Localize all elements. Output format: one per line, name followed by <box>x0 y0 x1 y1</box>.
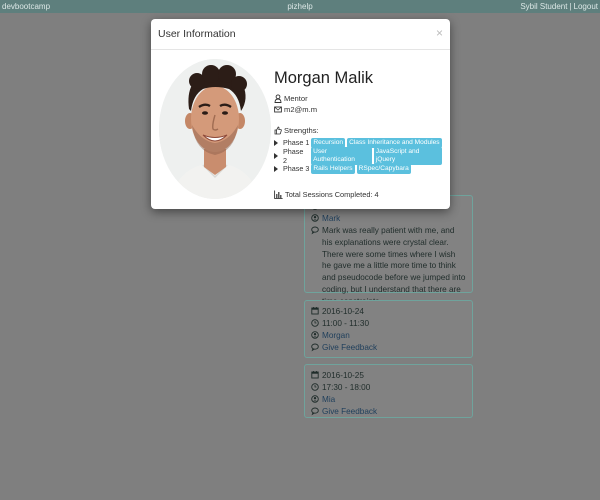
caret-right-icon[interactable] <box>274 165 278 172</box>
session-feedback-row: Give Feedback <box>311 342 466 354</box>
give-feedback-link[interactable]: Give Feedback <box>322 406 377 418</box>
session-person-row: Morgan <box>311 330 466 342</box>
avatar-photo <box>159 59 271 199</box>
top-navbar: devbootcamp pizhelp Sybil Student | Logout <box>0 0 600 13</box>
nav-separator: | <box>569 2 572 11</box>
envelope-icon <box>274 105 282 114</box>
session-person-row: Mia <box>311 394 466 406</box>
user-icon <box>274 94 282 103</box>
clock-icon <box>311 318 319 328</box>
session-card: 14:30 - 15:00 Mark Mark was really patie… <box>304 195 473 306</box>
close-button[interactable]: × <box>436 26 443 40</box>
session-time-row: 11:00 - 11:30 <box>311 318 466 330</box>
session-card: 2016-10-25 17:30 - 18:00 Mia Give Feedba… <box>304 364 473 418</box>
session-time: 17:30 - 18:00 <box>322 382 371 392</box>
session-time: 11:00 - 11:30 <box>322 318 370 328</box>
calendar-icon <box>311 370 319 380</box>
user-nav: Sybil Student | Logout <box>520 2 598 11</box>
total-sessions-row: Total Sessions Completed: 4 <box>274 190 379 199</box>
user-name: Morgan Malik <box>274 69 374 87</box>
give-feedback-link[interactable]: Give Feedback <box>322 342 377 354</box>
user-email: m2@m.m <box>284 105 318 114</box>
session-person-link[interactable]: Morgan <box>322 330 350 342</box>
modal-title: User Information <box>158 28 236 40</box>
session-feedback-row: Give Feedback <box>311 406 466 418</box>
logout-link[interactable]: Logout <box>574 2 598 11</box>
strength-badge: RSpec/Capybara <box>356 163 411 174</box>
phase-row: Phase 2 User Authentication JavaScript a… <box>274 146 444 165</box>
calendar-icon <box>311 306 319 316</box>
strengths-row: Strengths: <box>274 125 444 136</box>
role-row: Mentor <box>274 93 444 104</box>
session-feedback-text: Mark was really patient with me, and his… <box>322 225 466 306</box>
user-info-modal: User Information × Morgan Malik Mentor m… <box>151 19 450 209</box>
user-info-panel: Morgan Malik Mentor m2@m.m Strengths: Ph… <box>274 59 444 175</box>
strengths-label: Strengths: <box>284 126 319 135</box>
email-row: m2@m.m <box>274 104 444 115</box>
strength-badge: Rails Helpers <box>311 163 355 174</box>
clock-icon <box>311 382 319 392</box>
total-sessions: Total Sessions Completed: 4 <box>285 190 379 199</box>
user-link[interactable]: Sybil Student <box>520 2 567 11</box>
bar-chart-icon <box>274 190 283 199</box>
strength-badge: User Authentication <box>311 146 372 165</box>
thumbs-up-icon <box>274 126 282 135</box>
session-date: 2016-10-25 <box>322 371 364 380</box>
comment-icon <box>311 342 319 352</box>
session-date-row: 2016-10-24 <box>311 306 466 318</box>
caret-right-icon[interactable] <box>274 152 278 159</box>
caret-right-icon[interactable] <box>274 139 278 146</box>
comment-icon <box>311 225 319 235</box>
phase-label: Phase 2 <box>283 146 304 165</box>
session-card: 2016-10-24 11:00 - 11:30 Morgan Give Fee… <box>304 300 473 358</box>
app-title: pizhelp <box>287 2 313 11</box>
user-role: Mentor <box>284 94 308 103</box>
phase-label: Phase 3 <box>283 164 310 173</box>
user-circle-icon <box>311 394 319 404</box>
session-date-row: 2016-10-25 <box>311 370 466 382</box>
session-person-link[interactable]: Mark <box>322 213 340 225</box>
session-person-link[interactable]: Mia <box>322 394 335 406</box>
session-person-row: Mark <box>311 213 466 225</box>
session-time-row: 17:30 - 18:00 <box>311 382 466 394</box>
comment-icon <box>311 406 319 416</box>
session-feedback-row: Mark was really patient with me, and his… <box>311 225 466 308</box>
session-date: 2016-10-24 <box>322 307 364 316</box>
modal-header: User Information × <box>151 19 450 50</box>
user-circle-icon <box>311 213 319 223</box>
avatar <box>159 59 271 199</box>
strength-badge: JavaScript and jQuery <box>373 146 443 165</box>
user-circle-icon <box>311 330 319 340</box>
